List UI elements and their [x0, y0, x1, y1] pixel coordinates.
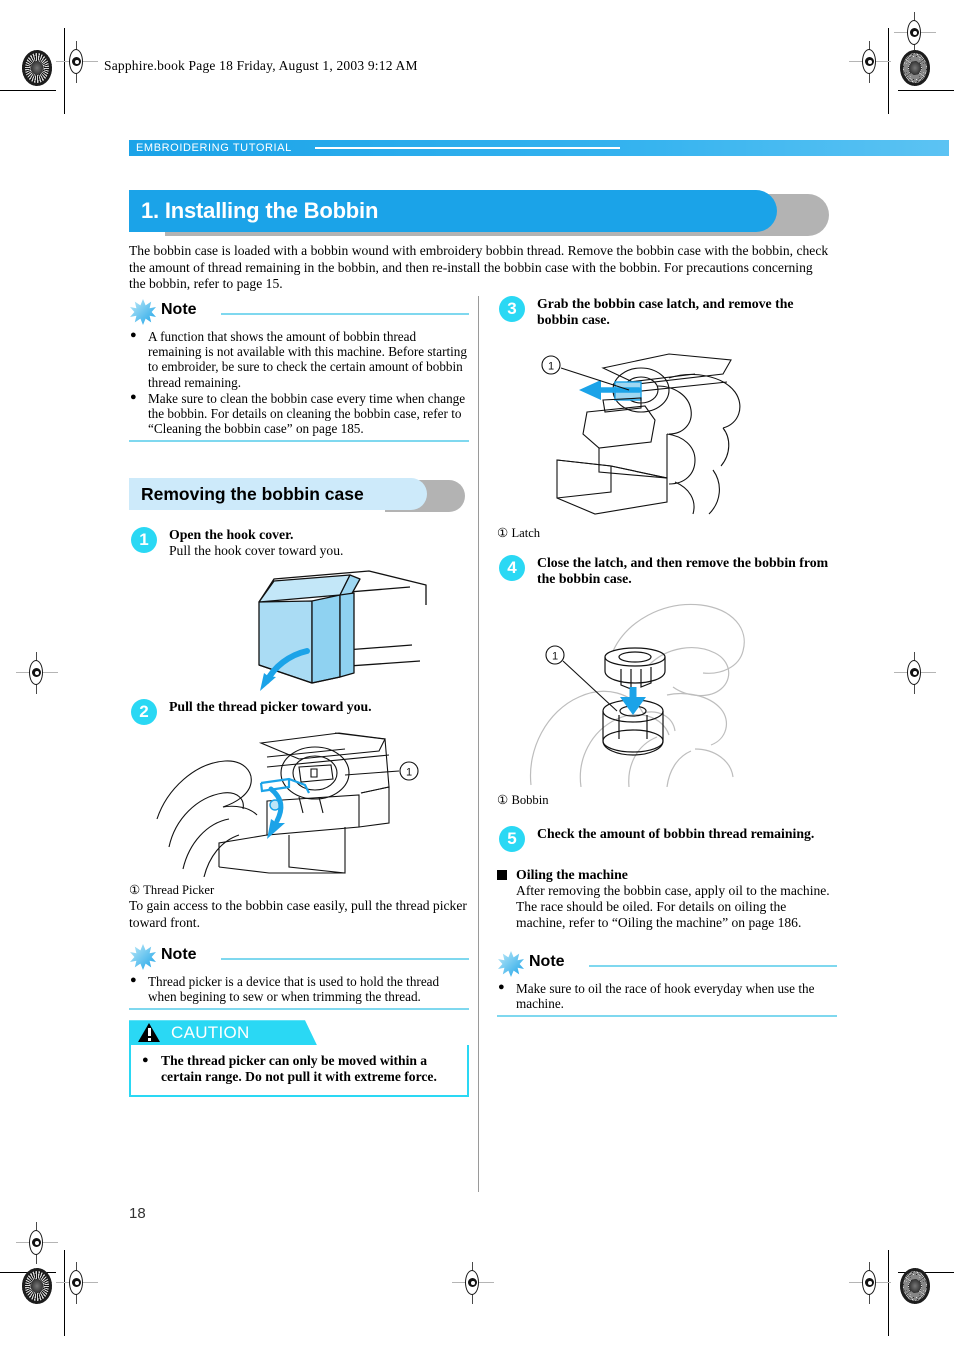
note-item: Make sure to clean the bobbin case every…: [129, 390, 469, 437]
right-column: 3 Grab the bobbin case latch, and remove…: [497, 296, 837, 1018]
note-list: A function that shows the amount of bobb…: [129, 328, 469, 437]
step-number: 3: [499, 296, 525, 322]
color-swatch-bottom-right: [900, 1268, 930, 1304]
step-title: Open the hook cover.: [169, 527, 294, 543]
color-swatch-bottom-left: [22, 1268, 52, 1304]
step-title: Close the latch, and then remove the bob…: [537, 555, 829, 586]
registration-mark-bottom-center: [452, 1262, 494, 1304]
step-5: 5 Check the amount of bobbin thread rema…: [497, 826, 837, 852]
note-block-thread-picker: Note Thread picker is a device that is u…: [129, 943, 469, 1011]
figure-remove-bobbin: 1: [497, 599, 837, 787]
step-number: 1: [131, 527, 157, 554]
note-rule: [589, 964, 837, 967]
svg-text:1: 1: [406, 767, 412, 779]
oiling-heading: Oiling the machine: [497, 866, 837, 883]
note-item: Make sure to oil the race of hook everyd…: [497, 980, 837, 1011]
page-number: 18: [129, 1205, 146, 1222]
step-3: 3 Grab the bobbin case latch, and remove…: [497, 296, 837, 328]
note-bottom-rule: [129, 440, 469, 443]
step-title: Check the amount of bobbin thread remain…: [537, 826, 815, 841]
hook-cover-illustration: [258, 570, 427, 692]
left-column: Note A function that shows the amount of…: [129, 298, 469, 1098]
step-2-body: To gain access to the bobbin case easily…: [129, 898, 467, 930]
caution-tab: CAUTION: [129, 1020, 317, 1046]
registration-mark-top-left: [56, 41, 98, 83]
note-item: A function that shows the amount of bobb…: [129, 328, 469, 390]
running-head-rule: [315, 147, 620, 149]
chapter-title-text: 1. Installing the Bobbin: [141, 198, 379, 223]
figure-caption-latch: ① Latch: [497, 526, 541, 540]
intro-paragraph: The bobbin case is loaded with a bobbin …: [129, 243, 829, 291]
step-title: Pull the thread picker toward you.: [169, 699, 372, 715]
file-stamp: Sapphire.book Page 18 Friday, August 1, …: [104, 58, 418, 73]
bobbin-case-latch-illustration: 1: [541, 353, 741, 515]
note-list: Make sure to oil the race of hook everyd…: [497, 980, 837, 1011]
figure-bobbin-case-latch: 1: [497, 342, 837, 520]
color-swatch-top-right: [900, 50, 930, 86]
chapter-title: 1. Installing the Bobbin: [129, 190, 829, 236]
registration-mark-bottom-left: [56, 1262, 98, 1304]
step-1: 1 Open the hook cover. Pull the hook cov…: [129, 527, 469, 559]
figure-caption-thread-picker: ① Thread Picker: [129, 883, 215, 898]
note-list: Thread picker is a device that is used t…: [129, 973, 469, 1004]
step-2: 2 Pull the thread picker toward you.: [129, 699, 469, 726]
step-title: Grab the bobbin case latch, and remove t…: [537, 296, 794, 327]
section-heading: Removing the bobbin case: [129, 478, 469, 513]
note-burst-icon: [129, 298, 157, 326]
caution-label: CAUTION: [171, 1023, 250, 1043]
registration-mark-top-inner-right: [894, 12, 936, 54]
column-divider: [478, 296, 480, 1192]
svg-text:1: 1: [548, 361, 554, 373]
crop-mark-top-right: [888, 28, 890, 114]
note-label: Note: [161, 301, 197, 318]
caution-body: The thread picker can only be moved with…: [129, 1045, 469, 1098]
registration-mark-bottom-right: [849, 1262, 891, 1304]
note-label: Note: [161, 945, 197, 963]
oiling-body: After removing the bobbin case, apply oi…: [516, 883, 830, 931]
note-burst-icon: [129, 943, 157, 971]
svg-text:1: 1: [552, 651, 558, 663]
crop-mark-bottom-right: [888, 1250, 890, 1336]
crop-mark-upper-rule-right: [898, 90, 954, 92]
note-rule: [221, 313, 469, 315]
caution-item: The thread picker can only be moved with…: [141, 1052, 457, 1085]
note-rule: [221, 957, 469, 960]
figure-thread-picker: 1: [129, 727, 469, 878]
note-block-top: Note A function that shows the amount of…: [129, 298, 469, 443]
running-head: EMBROIDERING TUTORIAL: [136, 142, 292, 154]
step-subtitle: Pull the hook cover toward you.: [169, 543, 344, 559]
caution-block: CAUTION The thread picker can only be mo…: [129, 1020, 469, 1098]
warning-triangle-icon: [138, 1023, 160, 1043]
remove-bobbin-illustration: 1: [529, 603, 745, 787]
crop-mark-upper-rule-left: [0, 90, 56, 92]
figure-hook-cover: [129, 565, 469, 693]
note-bottom-rule: [497, 1015, 837, 1018]
note-block-oiling: Note Make sure to oil the race of hook e…: [497, 950, 837, 1018]
manual-page: Sapphire.book Page 18 Friday, August 1, …: [0, 0, 954, 1351]
section-heading-text: Removing the bobbin case: [141, 484, 364, 505]
figure-caption-bobbin: ① Bobbin: [497, 793, 549, 807]
step-number: 5: [499, 826, 525, 852]
note-item: Thread picker is a device that is used t…: [129, 973, 469, 1004]
color-swatch-top-left: [22, 50, 52, 86]
step-number: 4: [499, 555, 525, 581]
thread-picker-illustration: 1: [156, 732, 419, 878]
note-burst-icon: [497, 950, 525, 978]
registration-mark-mid-right: [894, 652, 936, 694]
registration-mark-top-right: [849, 41, 891, 83]
step-4: 4 Close the latch, and then remove the b…: [497, 555, 837, 587]
note-bottom-rule: [129, 1008, 469, 1011]
registration-mark-bottom-inner-left: [16, 1222, 58, 1264]
registration-mark-mid-left: [16, 652, 58, 694]
step-number: 2: [131, 699, 157, 726]
note-label: Note: [529, 952, 565, 970]
